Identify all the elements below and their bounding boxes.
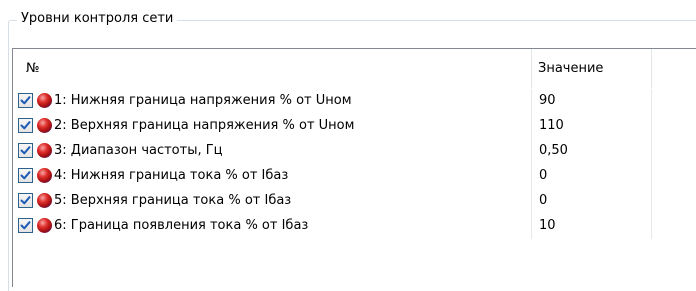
row-checkbox[interactable] xyxy=(18,143,33,158)
row-name: 2: Верхняя граница напряжения % от Uном xyxy=(54,118,355,133)
red-ball-icon xyxy=(37,143,52,158)
row-checkbox[interactable] xyxy=(18,93,33,108)
list-item[interactable]: 5: Верхняя граница тока % от Iбаз 0 xyxy=(13,189,696,214)
row-value[interactable]: 0 xyxy=(539,189,547,214)
row-checkbox[interactable] xyxy=(18,168,33,183)
row-name: 1: Нижняя граница напряжения % от Uном xyxy=(54,93,352,108)
column-divider[interactable] xyxy=(651,49,652,88)
checkmark-icon xyxy=(20,121,31,130)
list-item[interactable]: 3: Диапазон частоты, Гц 0,50 xyxy=(13,139,696,164)
row-name: 6: Граница появления тока % от Iбаз xyxy=(54,218,309,233)
list-rows: 1: Нижняя граница напряжения % от Uном 9… xyxy=(13,89,696,239)
list-header: № Значение xyxy=(13,49,696,88)
checkmark-icon xyxy=(20,96,31,105)
red-ball-icon xyxy=(37,193,52,208)
row-value[interactable]: 10 xyxy=(539,214,556,239)
list-item[interactable]: 6: Граница появления тока % от Iбаз 10 xyxy=(13,214,696,239)
row-checkbox[interactable] xyxy=(18,218,33,233)
row-checkbox[interactable] xyxy=(18,118,33,133)
groupbox-title: Уровни контроля сети xyxy=(17,10,178,28)
red-ball-icon xyxy=(37,168,52,183)
control-levels-list[interactable]: № Значение 1: Нижняя граница напряжения … xyxy=(12,48,696,287)
column-header-number[interactable]: № xyxy=(26,49,40,88)
row-name: 3: Диапазон частоты, Гц xyxy=(54,143,223,158)
column-divider[interactable] xyxy=(531,49,532,88)
red-ball-icon xyxy=(37,93,52,108)
checkmark-icon xyxy=(20,146,31,155)
checkmark-icon xyxy=(20,196,31,205)
column-header-value[interactable]: Значение xyxy=(538,49,603,88)
row-value[interactable]: 90 xyxy=(539,89,556,114)
row-name: 4: Нижняя граница тока % от Iбаз xyxy=(54,168,289,183)
row-value[interactable]: 0,50 xyxy=(539,139,568,164)
row-value[interactable]: 110 xyxy=(539,114,564,139)
red-ball-icon xyxy=(37,118,52,133)
checkmark-icon xyxy=(20,221,31,230)
red-ball-icon xyxy=(37,218,52,233)
checkmark-icon xyxy=(20,171,31,180)
row-name: 5: Верхняя граница тока % от Iбаз xyxy=(54,193,292,208)
list-item[interactable]: 2: Верхняя граница напряжения % от Uном … xyxy=(13,114,696,139)
row-checkbox[interactable] xyxy=(18,193,33,208)
list-item[interactable]: 4: Нижняя граница тока % от Iбаз 0 xyxy=(13,164,696,189)
list-item[interactable]: 1: Нижняя граница напряжения % от Uном 9… xyxy=(13,89,696,114)
row-value[interactable]: 0 xyxy=(539,164,547,189)
